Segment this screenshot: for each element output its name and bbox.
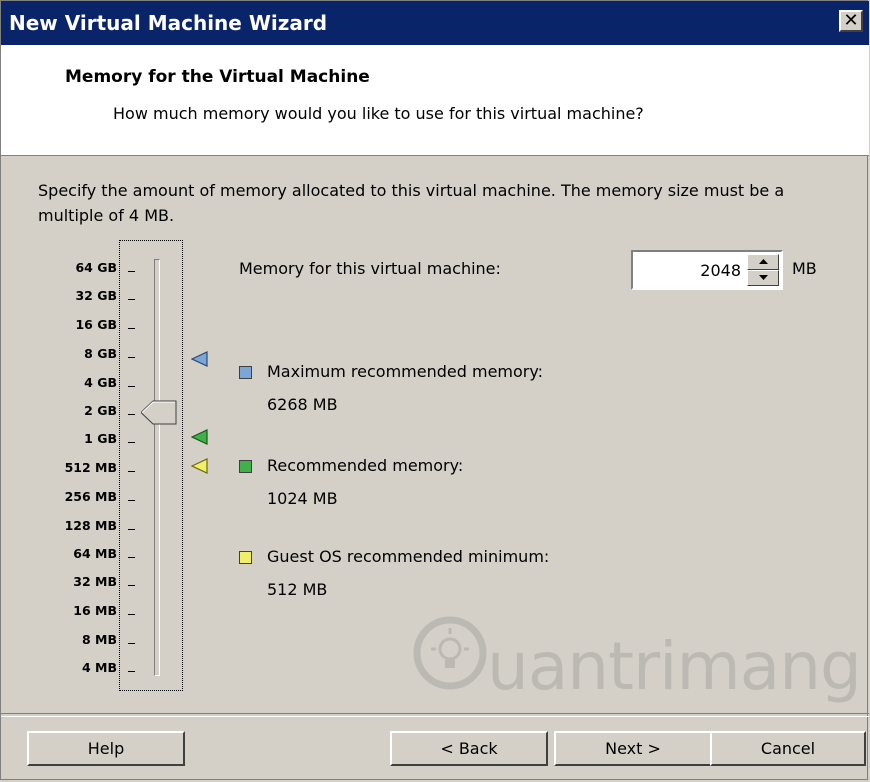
wizard-header: Memory for the Virtual Machine How much … [1, 45, 869, 156]
slider-tick [128, 299, 135, 300]
scale-label: 8 GB [84, 346, 117, 361]
title-bar: New Virtual Machine Wizard ✕ [1, 1, 869, 45]
page-title: Memory for the Virtual Machine [65, 67, 370, 87]
slider-tick [128, 614, 135, 615]
arrow-up-icon [758, 259, 768, 264]
scale-label: 32 MB [73, 574, 117, 589]
memory-label-text: Memory for this virtual machine: [239, 259, 501, 278]
scale-label: 4 GB [84, 375, 117, 390]
lightbulb-logo-icon [413, 616, 487, 690]
slider-tick [128, 557, 135, 558]
slider-tick [128, 529, 135, 530]
wizard-window: New Virtual Machine Wizard ✕ Memory for … [0, 0, 869, 780]
scale-label: 32 GB [75, 288, 117, 303]
recommended-value: 1024 MB [267, 489, 338, 508]
spin-down-button[interactable] [747, 270, 779, 286]
help-button[interactable]: Help [27, 731, 185, 766]
recommended-marker-icon [191, 429, 208, 445]
max-recommended-value: 6268 MB [267, 395, 338, 414]
slider-tick [128, 585, 135, 586]
memory-input[interactable] [637, 258, 741, 282]
slider-tick [128, 357, 135, 358]
guest-minimum-label: Guest OS recommended minimum: [267, 547, 550, 566]
slider-tick [128, 671, 135, 672]
memory-unit: MB [792, 259, 817, 278]
spin-up-button[interactable] [747, 254, 779, 270]
memory-input-container [631, 250, 783, 290]
scale-label: 8 MB [81, 632, 117, 647]
close-icon: ✕ [843, 10, 859, 31]
guest-minimum-value: 512 MB [267, 580, 328, 599]
scale-label: 2 GB [84, 403, 117, 418]
scale-label: 1 GB [84, 431, 117, 446]
scale-label: 64 GB [75, 260, 117, 275]
footer-divider [1, 713, 869, 717]
slider-tick [128, 442, 135, 443]
scale-label: 128 MB [64, 518, 117, 533]
scale-label: 4 MB [81, 660, 117, 675]
arrow-down-icon [758, 275, 768, 280]
back-button[interactable]: < Back [390, 731, 548, 766]
scale-label: 64 MB [73, 546, 117, 561]
page-subtitle: How much memory would you like to use fo… [113, 104, 644, 123]
yellow-square-icon [239, 551, 252, 564]
memory-spinner [747, 254, 779, 286]
close-button[interactable]: ✕ [839, 10, 863, 32]
memory-label: Memory for this virtual machine: [239, 259, 501, 278]
scale-label: 512 MB [64, 460, 117, 475]
green-square-icon [239, 460, 252, 473]
slider-track[interactable] [154, 259, 160, 676]
scale-label: 16 GB [75, 317, 117, 332]
slider-thumb[interactable] [141, 400, 177, 425]
slider-tick [128, 414, 135, 415]
max-recommended-marker-icon [191, 351, 208, 367]
blue-square-icon [239, 366, 252, 379]
scale-label: 16 MB [73, 603, 117, 618]
watermark-text: uantrimang [487, 628, 862, 705]
cancel-button[interactable]: Cancel [710, 731, 866, 766]
description-text: Specify the amount of memory allocated t… [38, 181, 785, 225]
guest-minimum-marker-icon [191, 458, 208, 474]
slider-tick [128, 271, 135, 272]
window-title: New Virtual Machine Wizard [9, 11, 328, 35]
scale-label: 256 MB [64, 489, 117, 504]
slider-tick [128, 386, 135, 387]
slider-tick [128, 643, 135, 644]
watermark: uantrimang [413, 616, 862, 736]
slider-tick [128, 471, 135, 472]
max-recommended-label: Maximum recommended memory: [267, 362, 544, 381]
next-button[interactable]: Next > [554, 731, 712, 766]
recommended-label: Recommended memory: [267, 456, 464, 475]
slider-tick [128, 328, 135, 329]
slider-tick [128, 500, 135, 501]
memory-slider[interactable] [119, 240, 183, 691]
